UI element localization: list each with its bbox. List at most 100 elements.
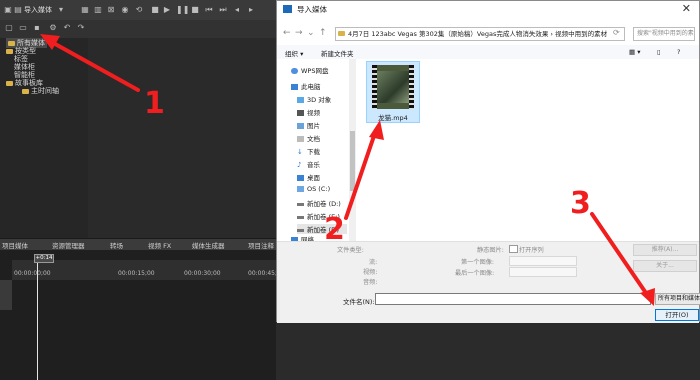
settings-icon[interactable]: ⚙ (48, 23, 58, 33)
stop-icon[interactable]: ■ (150, 5, 160, 15)
volume-icon[interactable]: ◂ (232, 5, 242, 15)
forward-icon[interactable]: → (295, 28, 303, 38)
tab-video-fx[interactable]: 视频 FX (148, 240, 171, 250)
timeline-ruler[interactable]: 00:00:00;00 00:00:15;00 00:00:30;00 00:0… (12, 260, 285, 280)
prop-first-image: 第一个图像: (461, 259, 495, 266)
redo-icon[interactable]: ↷ (76, 23, 86, 33)
address-text: 4月7日 123abc Vegas 第302集（原始稿）Vegas完成人物消失效… (348, 30, 608, 38)
new-icon[interactable]: ▢ (4, 23, 14, 33)
command-bar: 组织 ▾ 新建文件夹 ▦ ▾ ▯ ? (277, 45, 699, 60)
nav-label: 图片 (307, 122, 320, 130)
timecode: 00:00:15;00 (118, 270, 155, 277)
drive-icon (297, 186, 304, 192)
tree-item-main-timeline[interactable]: 主时间轴 (22, 86, 59, 96)
view-options-icon[interactable]: ▦ ▾ (629, 48, 640, 56)
loop-icon[interactable]: ⟲ (134, 5, 144, 15)
open-icon[interactable]: ▭ (18, 23, 28, 33)
chevron-icon[interactable]: ▸ (246, 5, 256, 15)
media-list-pane (88, 38, 276, 240)
prop-stream: 流: (369, 259, 378, 266)
media-icon[interactable]: ▤ (13, 5, 23, 15)
playhead[interactable] (37, 255, 38, 380)
folder-icon (338, 31, 345, 36)
nav-item-video[interactable]: 视频 (297, 107, 320, 117)
import-icon[interactable]: ▣ (3, 5, 13, 15)
save-icon[interactable]: ▪ (32, 23, 42, 33)
new-folder-button[interactable]: 新建文件夹 (321, 48, 354, 58)
import-media-dialog: 导入媒体 ✕ ← → ⌄ ↑ 4月7日 123abc Vegas 第302集（原… (276, 0, 700, 323)
tab-media-generators[interactable]: 媒体生成器 (192, 240, 225, 250)
nav-item-downloads[interactable]: ↓ 下载 (297, 146, 320, 156)
first-image-field[interactable] (509, 256, 577, 266)
annotation-number-3: 3 (570, 186, 591, 221)
prop-video: 视频: (363, 269, 378, 276)
grid-icon[interactable]: ▦ (80, 5, 90, 15)
recommend-button[interactable]: 推荐(A)... (633, 244, 697, 256)
nav-item-this-pc[interactable]: 此电脑 (291, 81, 321, 91)
search-input[interactable]: 搜索"视频中用到的素材" (633, 27, 695, 41)
folder-icon (22, 88, 29, 94)
play-icon[interactable]: ▶ (162, 5, 172, 15)
file-type-filter[interactable]: 所有项目和媒体 (655, 293, 700, 305)
address-path[interactable]: 4月7日 123abc Vegas 第302集（原始稿）Vegas完成人物消失效… (335, 27, 625, 41)
nav-label: 新加卷 (D:) (307, 200, 341, 208)
pause-icon[interactable]: ❚❚ (176, 5, 189, 15)
organize-button[interactable]: 组织 ▾ (285, 48, 303, 58)
media-properties: 文件类型: 流: 视频: 音频: 静态图片: 打开序列 第一个图像: 最后一个图… (277, 241, 699, 294)
dropdown-icon[interactable]: ▾ (56, 5, 66, 15)
drive-icon (297, 215, 304, 219)
nav-item-documents[interactable]: 文档 (297, 133, 320, 143)
computer-icon (291, 84, 298, 90)
nav-label: 桌面 (307, 174, 320, 182)
import-media-label[interactable]: 导入媒体 (24, 5, 52, 15)
up-icon[interactable]: ↑ (319, 28, 327, 38)
nav-scrollbar-thumb[interactable] (350, 131, 355, 191)
refresh-icon[interactable]: ⟳ (613, 28, 620, 37)
nav-item-desktop[interactable]: 桌面 (297, 172, 320, 182)
folder-icon (8, 40, 15, 46)
dialog-title: 导入媒体 (297, 5, 327, 14)
open-sequence-checkbox[interactable] (509, 245, 518, 253)
filename-label: 文件名(N): (343, 298, 375, 306)
next-icon[interactable]: ⏭ (218, 5, 228, 15)
tab-explorer[interactable]: 资源管理器 (52, 240, 85, 250)
open-button[interactable]: 打开(O) (655, 309, 699, 321)
nav-item-pictures[interactable]: 图片 (297, 120, 320, 130)
preview-pane-icon[interactable]: ▯ (657, 48, 661, 56)
remove-icon[interactable]: ⊠ (106, 5, 116, 15)
nav-item-music[interactable]: ♪ 音乐 (297, 159, 320, 169)
timecode: 00:00:30;00 (184, 270, 221, 277)
download-icon: ↓ (297, 148, 303, 156)
about-button[interactable]: 关于... (633, 260, 697, 272)
recent-icon[interactable]: ⌄ (307, 28, 315, 38)
prop-last-image: 最后一个图像: (455, 270, 495, 277)
undo-icon[interactable]: ↶ (62, 23, 72, 33)
view-icon[interactable]: ▥ (93, 5, 103, 15)
stop2-icon[interactable]: ■ (190, 5, 200, 15)
dialog-footer: 文件名(N): 所有项目和媒体 打开(O) (277, 293, 700, 323)
track-header[interactable] (0, 280, 12, 310)
film-strip-right (409, 65, 414, 109)
nav-item-d-drive[interactable]: 新加卷 (D:) (297, 198, 341, 208)
prev-icon[interactable]: ⏮ (204, 5, 214, 15)
nav-label: 下载 (307, 148, 320, 156)
close-icon[interactable]: ✕ (682, 2, 691, 15)
fx-icon[interactable]: ◉ (120, 5, 130, 15)
last-image-field[interactable] (509, 267, 577, 277)
open-sequence-label: 打开序列 (519, 247, 544, 254)
nav-label: 此电脑 (301, 83, 321, 91)
dialog-title-bar: 导入媒体 ✕ (277, 1, 699, 17)
cursor-time: +0:14 (34, 254, 54, 263)
filename-input[interactable] (375, 293, 651, 305)
tab-project-notes[interactable]: 项目注释 (248, 240, 274, 250)
nav-item-c-drive[interactable]: OS (C:) (297, 185, 330, 193)
tab-project-media[interactable]: 项目媒体 (2, 240, 28, 250)
annotation-number-1: 1 (144, 86, 165, 121)
back-icon[interactable]: ← (283, 28, 291, 38)
timecode: 00:00:00;00 (14, 270, 51, 277)
tab-transitions[interactable]: 转场 (110, 240, 123, 250)
help-icon[interactable]: ? (677, 48, 680, 56)
drive-icon (297, 202, 304, 206)
nav-item-3d[interactable]: 3D 对象 (297, 94, 331, 104)
nav-item-wps[interactable]: WPS网盘 (291, 65, 328, 75)
